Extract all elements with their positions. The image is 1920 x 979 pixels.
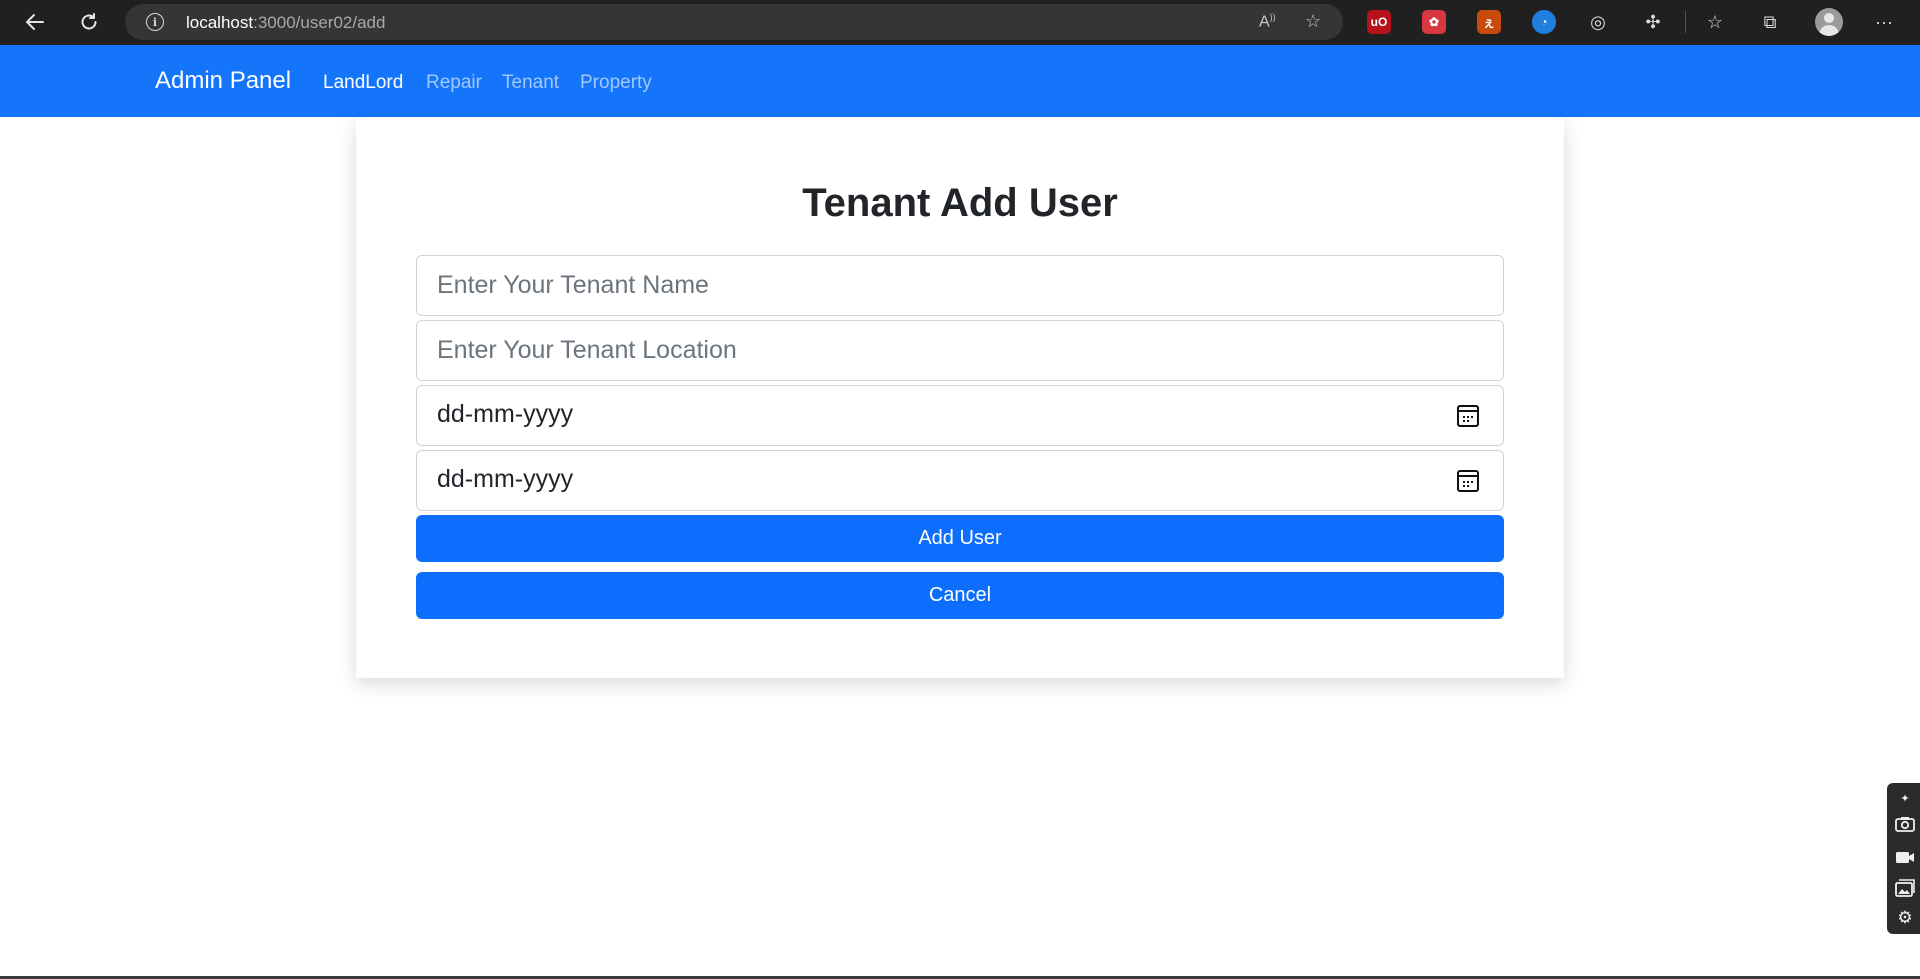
page-title: Tenant Add User: [802, 181, 1118, 225]
app-navbar: Admin Panel LandLord Repair Tenant Prope…: [0, 45, 1920, 117]
reload-icon[interactable]: [71, 4, 107, 40]
more-menu-icon[interactable]: ···: [1870, 8, 1898, 36]
start-date-field[interactable]: dd-mm-yyyy: [416, 385, 1504, 446]
tenant-name-field[interactable]: [416, 255, 1504, 316]
favorites-icon[interactable]: ☆: [1701, 8, 1729, 36]
nav-link-property[interactable]: Property: [580, 72, 652, 94]
start-date-text[interactable]: dd-mm-yyyy: [437, 400, 573, 429]
ublock-origin-icon[interactable]: uO: [1367, 10, 1391, 34]
navbar-brand[interactable]: Admin Panel: [155, 67, 291, 95]
profile-avatar-icon[interactable]: [1815, 8, 1843, 36]
side-tool-panel: ✦ ⚙: [1887, 783, 1920, 934]
nav-link-landlord[interactable]: LandLord: [323, 72, 403, 94]
calendar-icon[interactable]: [1457, 470, 1479, 492]
browser-toolbar: i localhost:3000/user02/add A)) ☆ uO ✿ ぇ…: [0, 0, 1920, 45]
back-icon[interactable]: [17, 4, 53, 40]
collections-icon[interactable]: ⧉: [1756, 8, 1784, 36]
site-info-icon[interactable]: i: [146, 13, 164, 31]
add-user-button[interactable]: Add User: [416, 515, 1504, 562]
url-text[interactable]: localhost:3000/user02/add: [186, 13, 385, 33]
address-bar[interactable]: i localhost:3000/user02/add A)) ☆: [125, 4, 1343, 40]
end-date-field[interactable]: dd-mm-yyyy: [416, 450, 1504, 511]
tenant-name-input[interactable]: [417, 256, 1503, 315]
extensions-puzzle-icon[interactable]: ✣: [1639, 8, 1667, 36]
read-aloud-icon[interactable]: A)): [1259, 12, 1276, 31]
toolbar-divider: [1685, 11, 1686, 33]
video-icon[interactable]: [1894, 846, 1916, 868]
extension-target-icon[interactable]: ◎: [1584, 8, 1612, 36]
extension-red-icon[interactable]: ✿: [1422, 10, 1446, 34]
nav-link-repair[interactable]: Repair: [426, 72, 482, 94]
pin-icon[interactable]: ✦: [1894, 787, 1916, 809]
extension-orange-icon[interactable]: ぇ: [1477, 10, 1501, 34]
extension-blue-icon[interactable]: ◔: [1532, 10, 1556, 34]
calendar-icon[interactable]: [1457, 405, 1479, 427]
camera-icon[interactable]: [1894, 813, 1916, 835]
nav-link-tenant[interactable]: Tenant: [502, 72, 559, 94]
end-date-text[interactable]: dd-mm-yyyy: [437, 465, 573, 494]
cancel-button[interactable]: Cancel: [416, 572, 1504, 619]
tenant-location-field[interactable]: [416, 320, 1504, 381]
tenant-location-input[interactable]: [417, 321, 1503, 380]
add-user-card: Tenant Add User dd-mm-yyyy dd-mm-yyyy Ad…: [356, 117, 1564, 678]
add-favorite-icon[interactable]: ☆: [1305, 11, 1321, 32]
gallery-icon[interactable]: [1894, 877, 1916, 899]
settings-gear-icon[interactable]: ⚙: [1894, 907, 1916, 929]
